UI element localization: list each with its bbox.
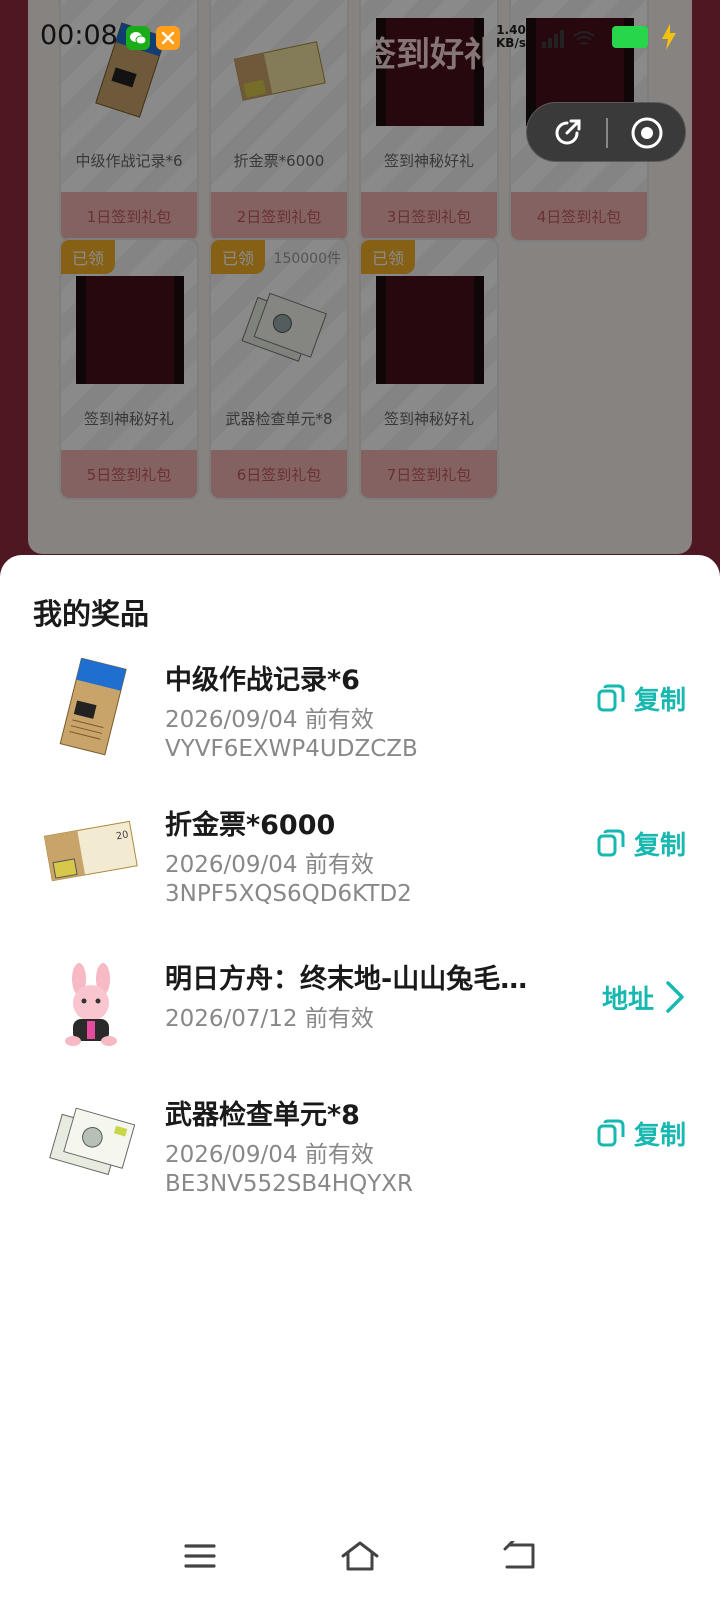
prize-expiry: 2026/09/04 前有效 (165, 1142, 374, 1168)
prize-expiry: 2026/09/04 前有效 (165, 707, 374, 733)
close-miniprogram-button[interactable] (607, 103, 687, 163)
menu-button[interactable] (174, 1530, 226, 1582)
copy-button[interactable]: 复制 (596, 680, 686, 716)
address-label: 地址 (601, 984, 654, 1015)
copy-icon (596, 828, 626, 858)
prize-name: 中级作战记录*6 (165, 665, 360, 696)
system-nav-bar (0, 1516, 720, 1600)
copy-icon (596, 683, 626, 713)
copy-button[interactable]: 复制 (596, 825, 686, 861)
prize-item: 20 折金票*6000 2026/09/04 前有效 3NPF5XQS6QD6K… (0, 803, 720, 933)
prize-item: 中级作战记录*6 2026/09/04 前有效 VYVF6EXWP4UDZCZB… (0, 658, 720, 788)
tools-icon (156, 26, 180, 50)
modal-backdrop[interactable] (0, 0, 720, 600)
network-speed: 1.40 KB/s (496, 24, 526, 50)
network-speed-unit: KB/s (496, 36, 526, 50)
back-icon (503, 1541, 535, 1569)
share-icon (555, 119, 581, 145)
chevron-right-icon (664, 979, 686, 1015)
home-icon (341, 1541, 379, 1571)
battery-icon (612, 26, 648, 48)
redeem-code: VYVF6EXWP4UDZCZB (165, 736, 418, 762)
share-button[interactable] (527, 103, 607, 163)
copy-label: 复制 (633, 830, 686, 861)
redeem-code: 3NPF5XQS6QD6KTD2 (165, 881, 412, 907)
weapon-unit-icon (42, 1093, 140, 1191)
copy-button[interactable]: 复制 (596, 1115, 686, 1151)
copy-icon (596, 1118, 626, 1148)
my-prizes-sheet: 我的奖品 中级作战记录*6 2026/09/04 前有效 VYVF6EXWP4U… (0, 555, 720, 1600)
menu-icon (184, 1544, 216, 1568)
prize-name: 明日方舟：终末地-山山兔毛… (165, 964, 528, 995)
prize-expiry: 2026/07/12 前有效 (165, 1006, 374, 1032)
prize-name: 折金票*6000 (165, 810, 336, 841)
gold-ticket-icon: 20 (42, 803, 140, 901)
home-button[interactable] (334, 1530, 386, 1582)
svg-text:20: 20 (115, 829, 129, 842)
wechat-icon (126, 26, 150, 50)
exp-record-icon (42, 658, 140, 756)
status-bar: 00:08 1.40 KB/s (0, 0, 720, 76)
back-button[interactable] (494, 1530, 546, 1582)
signal-icon (542, 28, 600, 52)
rabbit-plush-icon (42, 957, 140, 1055)
copy-label: 复制 (633, 685, 686, 716)
copy-label: 复制 (633, 1120, 686, 1151)
prize-name: 武器检查单元*8 (165, 1100, 360, 1131)
status-time: 00:08 (40, 20, 118, 51)
redeem-code: BE3NV552SB4HQYXR (165, 1171, 413, 1197)
prize-expiry: 2026/09/04 前有效 (165, 852, 374, 878)
target-icon (631, 117, 663, 149)
address-button[interactable]: 地址 (602, 979, 686, 1015)
prize-item: 明日方舟：终末地-山山兔毛… 2026/07/12 前有效 地址 (0, 957, 720, 1087)
prize-item: 武器检查单元*8 2026/09/04 前有效 BE3NV552SB4HQYXR… (0, 1093, 720, 1223)
miniprogram-capsule (526, 102, 686, 162)
sheet-title: 我的奖品 (33, 597, 150, 631)
charging-icon (660, 24, 678, 54)
